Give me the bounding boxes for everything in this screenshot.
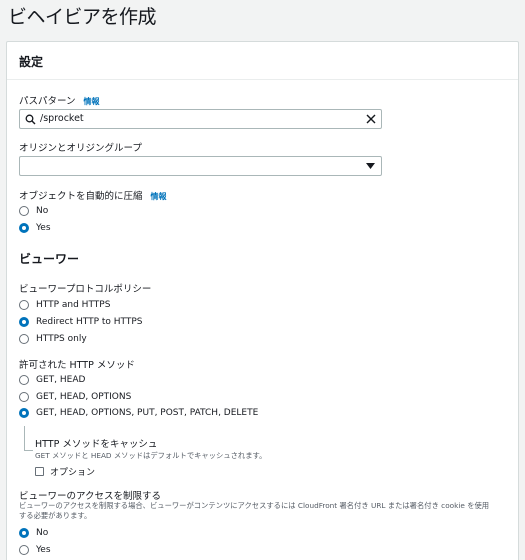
compress-label: オブジェクトを自動的に圧縮 情報 — [19, 188, 167, 202]
radio-label: HTTPS only — [36, 334, 87, 344]
protocol-option-http-and-https[interactable]: HTTP and HTTPS — [19, 298, 110, 312]
compress-option-no[interactable]: No — [19, 204, 48, 218]
restrict-option-yes[interactable]: Yes — [19, 543, 51, 557]
radio-button[interactable] — [19, 392, 29, 402]
radio-button[interactable] — [19, 206, 29, 216]
compress-info-link[interactable]: 情報 — [151, 192, 167, 201]
radio-button[interactable] — [19, 545, 29, 555]
settings-panel: 設定 パスパターン 情報 /sprocket オリジンとオリジングループ オブジェ… — [6, 41, 519, 560]
caret-down-icon — [366, 163, 375, 169]
restrict-access-description-line1: ビューワーのアクセスを制限する場合、ビューワーがコンテンツにアクセスするには C… — [19, 501, 490, 510]
radio-button-selected[interactable] — [19, 528, 29, 538]
clear-icon[interactable] — [366, 114, 376, 124]
radio-button[interactable] — [19, 334, 29, 344]
checkbox[interactable] — [35, 467, 44, 476]
allowed-methods-label: 許可された HTTP メソッド — [19, 360, 135, 371]
methods-option-get-head[interactable]: GET, HEAD — [19, 373, 85, 387]
methods-option-all[interactable]: GET, HEAD, OPTIONS, PUT, POST, PATCH, DE… — [19, 406, 258, 420]
radio-button-selected[interactable] — [19, 408, 29, 418]
protocol-policy-label: ビューワープロトコルポリシー — [19, 284, 152, 295]
radio-label: No — [36, 206, 49, 216]
cache-methods-description: GET メソッドと HEAD メソッドはデフォルトでキャッシュされます。 — [35, 451, 267, 460]
radio-label: Yes — [36, 223, 51, 233]
path-pattern-label-text: パスパターン — [19, 96, 76, 107]
methods-option-get-head-options[interactable]: GET, HEAD, OPTIONS — [19, 390, 131, 404]
radio-label: Yes — [36, 545, 51, 555]
restrict-option-no[interactable]: No — [19, 526, 48, 540]
checkbox-label: オプション — [50, 468, 96, 478]
page-title: ビヘイビアを作成 — [8, 6, 157, 28]
restrict-access-label: ビューワーのアクセスを制限する — [19, 491, 162, 502]
radio-button[interactable] — [19, 375, 29, 385]
protocol-option-https-only[interactable]: HTTPS only — [19, 332, 87, 346]
path-pattern-info-link[interactable]: 情報 — [84, 97, 100, 106]
protocol-option-redirect[interactable]: Redirect HTTP to HTTPS — [19, 315, 143, 329]
radio-button-selected[interactable] — [19, 317, 29, 327]
radio-button[interactable] — [19, 300, 29, 310]
section-divider — [7, 79, 518, 80]
origin-label: オリジンとオリジングループ — [19, 143, 142, 154]
compress-label-text: オブジェクトを自動的に圧縮 — [19, 191, 143, 202]
radio-label: No — [36, 528, 49, 538]
origin-select[interactable] — [19, 156, 382, 176]
restrict-access-description-line2: する必要があります。 — [19, 511, 92, 520]
search-icon — [25, 114, 36, 125]
tree-connector — [24, 426, 25, 450]
compress-option-yes[interactable]: Yes — [19, 221, 51, 235]
tree-connector — [24, 450, 33, 451]
settings-heading: 設定 — [19, 55, 44, 69]
radio-label: HTTP and HTTPS — [36, 300, 111, 310]
path-pattern-input[interactable]: /sprocket — [19, 109, 382, 129]
cache-methods-label: HTTP メソッドをキャッシュ — [35, 439, 158, 450]
radio-label: GET, HEAD — [36, 375, 86, 385]
radio-button-selected[interactable] — [19, 223, 29, 233]
path-pattern-value: /sprocket — [40, 113, 84, 124]
radio-label: Redirect HTTP to HTTPS — [36, 317, 143, 327]
cache-methods-option-checkbox[interactable]: オプション — [35, 465, 95, 478]
radio-label: GET, HEAD, OPTIONS — [36, 392, 132, 402]
path-pattern-label: パスパターン 情報 — [19, 93, 100, 107]
viewer-heading: ビューワー — [19, 252, 80, 266]
radio-label: GET, HEAD, OPTIONS, PUT, POST, PATCH, DE… — [36, 408, 259, 418]
